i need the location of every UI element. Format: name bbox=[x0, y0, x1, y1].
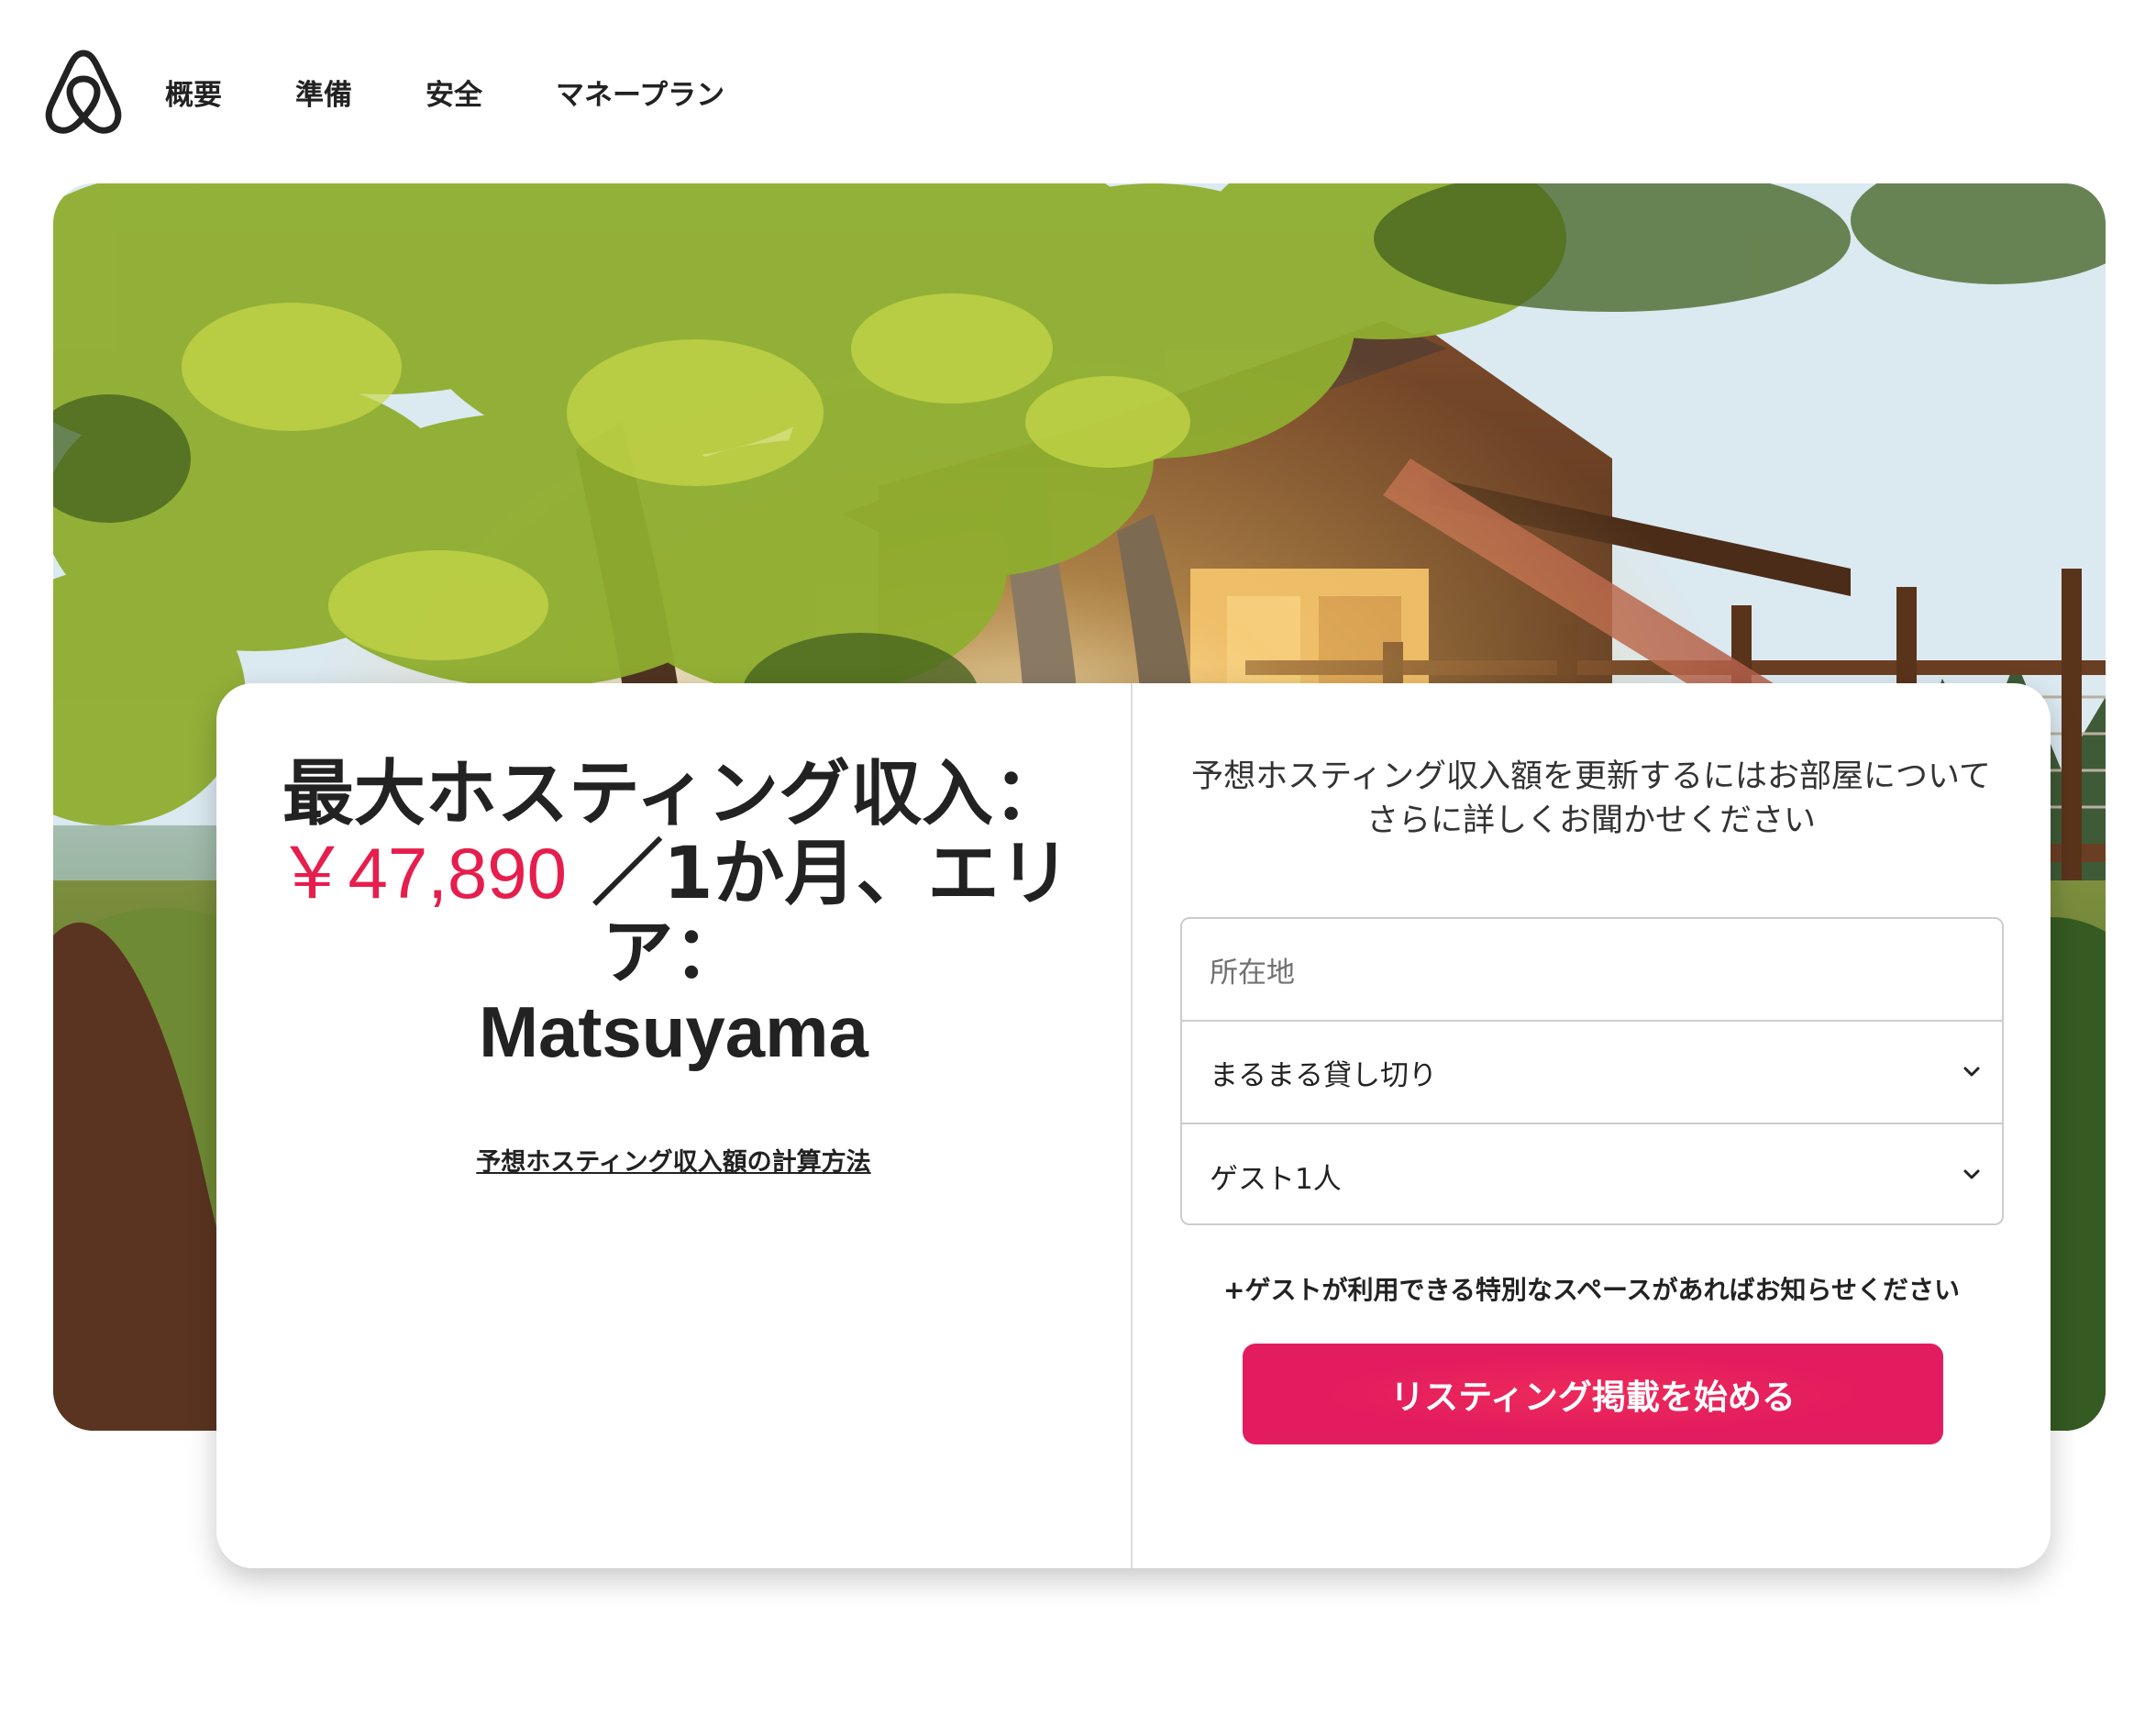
earnings-estimate-pane: 最大ホスティング収入： ￥47,890 ／1か月、エリア： Matsuyama … bbox=[216, 683, 1131, 1568]
airbnb-logo-icon[interactable] bbox=[42, 48, 125, 136]
earnings-amount: ￥47,890 bbox=[276, 833, 568, 913]
start-listing-button[interactable]: リスティング掲載を始める bbox=[1243, 1344, 1943, 1444]
calculation-method-link[interactable]: 予想ホスティング収入額の計算方法 bbox=[216, 1142, 1131, 1178]
space-type-select[interactable]: まるまる貸し切り bbox=[1182, 1022, 2002, 1124]
earnings-headline: 最大ホスティング収入： ￥47,890 ／1か月、エリア： Matsuyama bbox=[253, 755, 1094, 1072]
listing-form: 所在地 まるまる貸し切り ゲスト1人 bbox=[1180, 917, 2004, 1225]
listing-form-pane: 予想ホスティング収入額を更新するにはお部屋についてさらに詳しくお聞かせください … bbox=[1133, 683, 2051, 1568]
nav-preparation[interactable]: 準備 bbox=[295, 72, 352, 113]
city-name: Matsuyama bbox=[479, 991, 868, 1072]
guests-value: ゲスト1人 bbox=[1210, 1162, 1342, 1196]
location-input[interactable]: 所在地 bbox=[1182, 919, 2002, 1022]
earnings-card: 最大ホスティング収入： ￥47,890 ／1か月、エリア： Matsuyama … bbox=[216, 683, 2051, 1568]
chevron-down-icon bbox=[1963, 1067, 1980, 1077]
nav-overview[interactable]: 概要 bbox=[165, 72, 222, 113]
headline-prefix: 最大ホスティング収入： bbox=[282, 753, 1066, 835]
form-prompt: 予想ホスティング収入額を更新するにはお部屋についてさらに詳しくお聞かせください bbox=[1191, 758, 1991, 839]
headline-period: ／1か月、エリア： bbox=[567, 833, 1071, 994]
nav-money-plan[interactable]: マネープラン bbox=[556, 72, 724, 113]
space-type-value: まるまる貸し切り bbox=[1210, 1058, 1437, 1092]
main-nav: 概要 準備 安全 マネープラン bbox=[165, 62, 798, 121]
guests-select[interactable]: ゲスト1人 bbox=[1182, 1124, 2002, 1223]
chevron-down-icon bbox=[1963, 1169, 1980, 1179]
location-placeholder: 所在地 bbox=[1210, 956, 1295, 990]
nav-safety[interactable]: 安全 bbox=[426, 72, 482, 113]
special-space-link[interactable]: +ゲストが利用できる特別なスペースがあればお知らせください bbox=[1133, 1270, 2051, 1307]
